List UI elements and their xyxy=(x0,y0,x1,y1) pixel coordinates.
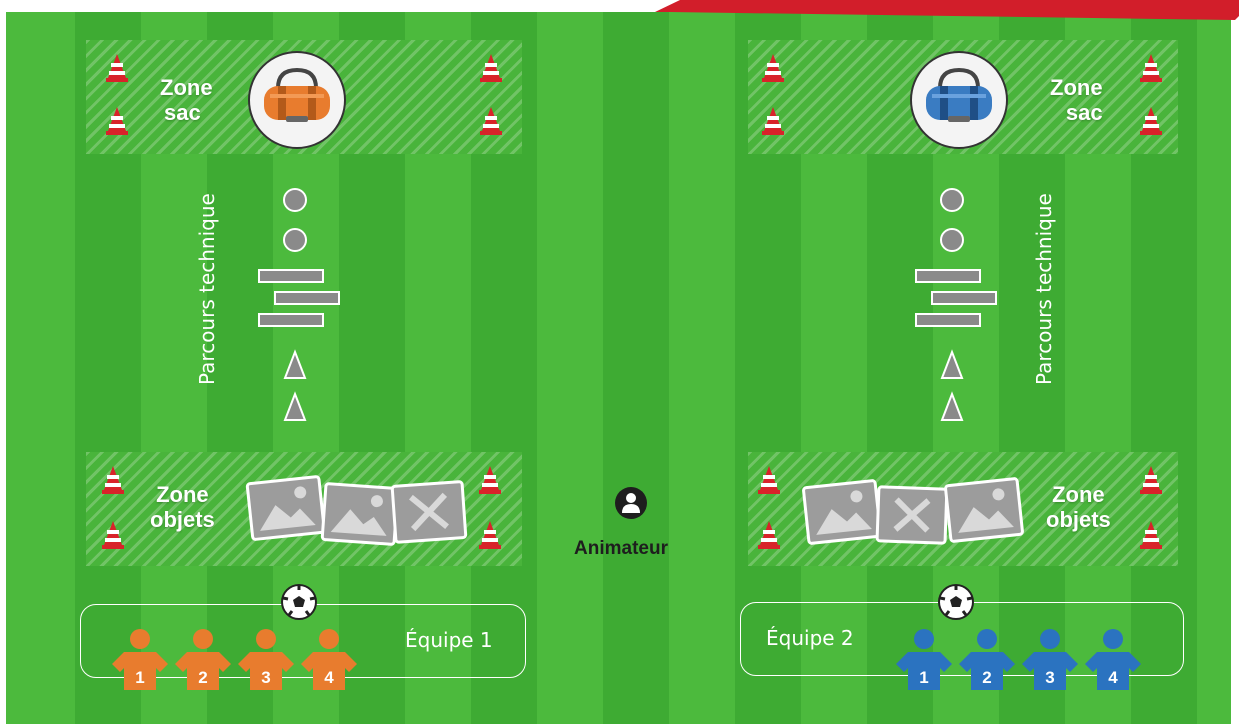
player-team1-3: 3 xyxy=(238,629,294,690)
player-number: 3 xyxy=(261,668,270,687)
zone-sac-left-line2: sac xyxy=(164,100,201,125)
cone-icon xyxy=(758,466,780,494)
zone-objets-right-line1: Zone xyxy=(1052,482,1105,507)
cone-icon xyxy=(479,521,501,549)
bag-icon-orange xyxy=(248,51,346,149)
player-number: 2 xyxy=(982,668,991,687)
players-team-2: 1 2 3 4 xyxy=(894,626,1154,696)
cone-icon xyxy=(762,107,784,135)
zone-sac-right-line1: Zone xyxy=(1050,75,1103,100)
zone-sac-right-line2: sac xyxy=(1065,100,1103,125)
player-number: 1 xyxy=(919,668,928,687)
player-team2-3: 3 xyxy=(1022,629,1078,690)
cone-icon xyxy=(758,521,780,549)
player-number: 2 xyxy=(198,668,207,687)
small-cone-icon xyxy=(940,349,964,379)
obstacle-course-left xyxy=(258,188,340,421)
ball-marker-icon xyxy=(940,228,964,252)
player-team2-1: 1 xyxy=(896,629,952,690)
zone-objets-left-line2: objets xyxy=(150,507,215,532)
zone-objets-left-label: Zone objets xyxy=(150,482,215,532)
hurdle-bar-icon xyxy=(274,291,340,305)
soccer-ball-icon xyxy=(938,584,974,620)
zone-objets-left-line1: Zone xyxy=(156,482,209,507)
training-diagram: Zone sac Parcours technique Zone objets xyxy=(0,0,1239,724)
small-cone-icon xyxy=(283,391,307,421)
player-number: 3 xyxy=(1045,668,1054,687)
cone-icon xyxy=(1140,466,1162,494)
cone-icon xyxy=(106,54,128,82)
hurdle-bar-icon xyxy=(931,291,997,305)
ball-marker-icon xyxy=(940,188,964,212)
player-number: 4 xyxy=(1108,668,1118,687)
player-team2-4: 4 xyxy=(1085,629,1141,690)
ball-marker-icon xyxy=(283,188,307,212)
player-number: 1 xyxy=(135,668,144,687)
player-team1-1: 1 xyxy=(112,629,168,690)
soccer-ball-icon xyxy=(281,584,317,620)
hurdle-bar-icon xyxy=(915,313,981,327)
course-label-left: Parcours technique xyxy=(195,193,219,385)
small-cone-icon xyxy=(283,349,307,379)
cone-icon xyxy=(102,466,124,494)
cone-icon xyxy=(480,54,502,82)
zone-objets-right-line2: objets xyxy=(1046,507,1111,532)
cone-icon xyxy=(479,466,501,494)
player-team2-2: 2 xyxy=(959,629,1015,690)
cone-icon xyxy=(102,521,124,549)
ball-marker-icon xyxy=(283,228,307,252)
zone-sac-left-label: Zone sac xyxy=(160,75,213,125)
course-label-right: Parcours technique xyxy=(1032,193,1056,385)
cone-icon xyxy=(106,107,128,135)
cone-icon xyxy=(762,54,784,82)
cone-icon xyxy=(1140,107,1162,135)
animateur-label: Animateur xyxy=(574,538,668,559)
player-team1-4: 4 xyxy=(301,629,357,690)
hurdle-bar-icon xyxy=(915,269,981,283)
player-number: 4 xyxy=(324,668,334,687)
team-label-left: Équipe 1 xyxy=(405,628,493,652)
object-cards-right xyxy=(802,477,1024,545)
cone-icon xyxy=(1140,54,1162,82)
player-team1-2: 2 xyxy=(175,629,231,690)
zone-sac-left-line1: Zone xyxy=(160,75,213,100)
bag-icon-blue xyxy=(910,51,1008,149)
zone-objets-right-label: Zone objets xyxy=(1046,482,1111,532)
cone-icon xyxy=(1140,521,1162,549)
team-label-right: Équipe 2 xyxy=(766,626,854,650)
hurdle-bar-icon xyxy=(258,313,324,327)
cone-icon xyxy=(480,107,502,135)
players-team-1: 1 2 3 4 xyxy=(110,626,370,696)
object-cards-left xyxy=(245,475,468,546)
hurdle-bar-icon xyxy=(258,269,324,283)
person-icon xyxy=(615,487,647,519)
small-cone-icon xyxy=(940,391,964,421)
obstacle-course-right xyxy=(915,188,997,421)
zone-sac-right-label: Zone sac xyxy=(1050,75,1103,125)
